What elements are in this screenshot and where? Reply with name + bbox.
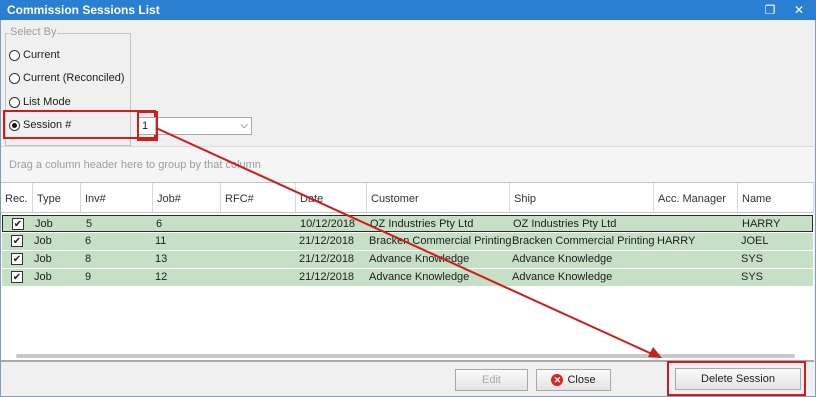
- cell-job: 12: [155, 271, 168, 283]
- cell-date: 10/12/2018: [300, 218, 356, 230]
- cell-job: 13: [155, 253, 168, 265]
- cell-date: 21/12/2018: [299, 253, 355, 265]
- cell-ship: Advance Knowledge: [512, 271, 613, 283]
- cell-job: 11: [155, 235, 167, 247]
- column-header-date[interactable]: Date: [296, 183, 367, 213]
- cell-name: SYS: [741, 271, 764, 283]
- cell-date: 21/12/2018: [299, 271, 355, 283]
- rec-checkbox[interactable]: ✔: [12, 218, 24, 230]
- radio-label: Current (Reconciled): [23, 72, 125, 84]
- radio-button[interactable]: [9, 96, 20, 108]
- close-circle-icon: ✕: [551, 374, 564, 387]
- table-row[interactable]: ✔ Job 8 13 21/12/2018 Advance Knowledge …: [2, 251, 813, 268]
- close-button-label: Close: [567, 374, 596, 386]
- cell-type: Job: [34, 235, 52, 247]
- chevron-down-icon[interactable]: ⌵: [240, 120, 248, 131]
- column-header-rec[interactable]: Rec.: [1, 183, 33, 213]
- title-bar: Commission Sessions List ❐ ✕: [0, 0, 816, 20]
- cell-inv: 5: [86, 218, 93, 230]
- cell-inv: 8: [85, 253, 92, 265]
- window-title: Commission Sessions List: [7, 3, 160, 17]
- delete-session-highlight: [667, 361, 806, 396]
- column-header-customer[interactable]: Customer: [367, 183, 510, 213]
- cell-type: Job: [34, 271, 52, 283]
- radio-label: Current: [23, 49, 60, 61]
- radio-button[interactable]: [9, 72, 20, 84]
- edit-button[interactable]: Edit: [455, 369, 528, 391]
- radio-list-mode[interactable]: List Mode: [9, 95, 71, 109]
- rec-checkbox[interactable]: ✔: [11, 253, 23, 265]
- column-header-name[interactable]: Name: [738, 183, 814, 213]
- cell-name: HARRY: [742, 218, 781, 230]
- horizontal-scrollbar[interactable]: [16, 354, 795, 358]
- cell-acc-manager: HARRY: [657, 235, 696, 247]
- column-header-rfc[interactable]: RFC#: [221, 183, 296, 213]
- cell-inv: 6: [85, 235, 92, 247]
- radio-current[interactable]: Current: [9, 48, 60, 62]
- group-by-hint: Drag a column header here to group by th…: [9, 159, 261, 171]
- group-by-panel[interactable]: Drag a column header here to group by th…: [1, 146, 814, 183]
- cell-type: Job: [35, 218, 53, 230]
- rec-checkbox[interactable]: ✔: [11, 271, 23, 283]
- cell-customer: Advance Knowledge: [369, 271, 470, 283]
- cell-inv: 9: [85, 271, 92, 283]
- table-row[interactable]: ✔ Job 9 12 21/12/2018 Advance Knowledge …: [2, 269, 813, 286]
- cell-customer: Advance Knowledge: [369, 253, 470, 265]
- cell-name: SYS: [741, 253, 764, 265]
- column-header-ship[interactable]: Ship: [510, 183, 654, 213]
- column-header-inv[interactable]: Inv#: [81, 183, 153, 213]
- column-header-job[interactable]: Job#: [153, 183, 221, 213]
- session-value-highlight: [137, 111, 158, 141]
- column-header-type[interactable]: Type: [33, 183, 81, 213]
- cell-date: 21/12/2018: [299, 235, 355, 247]
- cell-ship: OZ Industries Pty Ltd: [513, 218, 617, 230]
- radio-label: List Mode: [23, 96, 71, 108]
- cell-job: 6: [156, 218, 163, 230]
- cell-customer: OZ Industries Pty Ltd: [370, 218, 474, 230]
- cell-name: JOEL: [741, 235, 769, 247]
- cell-ship: Advance Knowledge: [512, 253, 613, 265]
- sessions-grid: Rec. Type Inv# Job# RFC# Date Customer S…: [1, 182, 814, 361]
- close-button[interactable]: ✕ Close: [536, 369, 611, 391]
- table-row[interactable]: ✔ Job 5 6 10/12/2018 OZ Industries Pty L…: [2, 215, 813, 232]
- table-row[interactable]: ✔ Job 6 11 21/12/2018 Bracken Commercial…: [2, 233, 813, 250]
- close-icon[interactable]: ✕: [792, 3, 806, 17]
- cell-ship: Bracken Commercial Printing: [512, 235, 655, 247]
- cell-type: Job: [34, 253, 52, 265]
- column-header-acc-manager[interactable]: Acc. Manager: [654, 183, 738, 213]
- radio-button[interactable]: [9, 49, 20, 61]
- select-by-label: Select By: [9, 26, 58, 38]
- restore-icon[interactable]: ❐: [763, 3, 777, 17]
- session-highlight-box: [3, 110, 156, 139]
- cell-customer: Bracken Commercial Printing: [369, 235, 512, 247]
- radio-current-reconciled[interactable]: Current (Reconciled): [9, 71, 124, 85]
- rec-checkbox[interactable]: ✔: [11, 235, 23, 247]
